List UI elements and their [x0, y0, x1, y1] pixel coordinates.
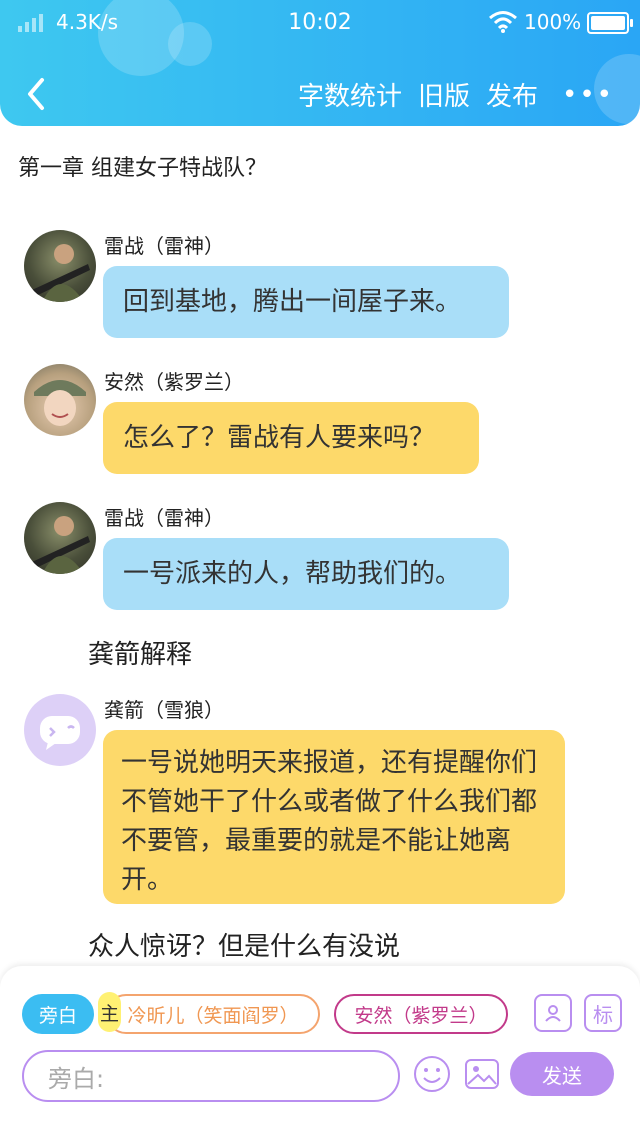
more-dots-icon[interactable]: ••• [562, 80, 614, 110]
speaker-name: 安然（紫罗兰） [104, 370, 244, 394]
role-chip-anran[interactable]: 安然（紫罗兰） [334, 994, 508, 1034]
composer-panel: 旁白 冷昕儿（笑面阎罗） 主 安然（紫罗兰） 标 旁白: 发送 [0, 966, 640, 1138]
role-chip-leng-xiner[interactable]: 冷昕儿（笑面阎罗） [106, 994, 320, 1034]
speaker-name: 雷战（雷神） [104, 234, 224, 258]
message-bubble[interactable]: 怎么了？雷战有人要来吗？ [103, 402, 479, 474]
main-role-tag: 主 [98, 992, 122, 1032]
message-bubble[interactable]: 一号派来的人，帮助我们的。 [103, 538, 509, 610]
word-count-button[interactable]: 字数统计 [298, 76, 402, 113]
publish-button[interactable]: 发布 [486, 76, 538, 113]
avatar[interactable] [24, 502, 96, 574]
avatar[interactable] [24, 230, 96, 302]
battery-icon [587, 12, 633, 34]
character-card-icon[interactable] [534, 994, 572, 1032]
speaker-name: 雷战（雷神） [104, 506, 224, 530]
narration-role-chip[interactable]: 旁白 [22, 994, 94, 1034]
mark-icon[interactable]: 标 [584, 994, 622, 1032]
battery-percent: 100% [524, 10, 582, 34]
narration-text[interactable]: 众人惊讶？但是什么有没说 [88, 926, 400, 963]
send-button[interactable]: 发送 [510, 1052, 614, 1096]
default-avatar-icon[interactable] [24, 694, 96, 766]
avatar[interactable] [24, 364, 96, 436]
message-bubble[interactable]: 回到基地，腾出一间屋子来。 [103, 266, 509, 338]
old-version-button[interactable]: 旧版 [418, 76, 470, 113]
header-bar: 4.3K/s 10:02 100% 字数统计 旧版 发布 ••• [0, 0, 640, 126]
back-arrow-icon[interactable] [20, 72, 56, 116]
emoji-icon[interactable] [412, 1054, 452, 1094]
speaker-name: 龚箭（雪狼） [104, 698, 224, 722]
image-icon[interactable] [462, 1054, 502, 1094]
status-bar: 4.3K/s 10:02 100% [0, 8, 640, 38]
wifi-icon [488, 10, 518, 39]
chapter-title[interactable]: 第一章 组建女子特战队？ [18, 150, 267, 182]
message-input[interactable]: 旁白: [22, 1050, 400, 1102]
message-bubble[interactable]: 一号说她明天来报道，还有提醒你们不管她干了什么或者做了什么我们都不要管，最重要的… [103, 730, 565, 904]
narration-text[interactable]: 龚箭解释 [88, 634, 192, 671]
